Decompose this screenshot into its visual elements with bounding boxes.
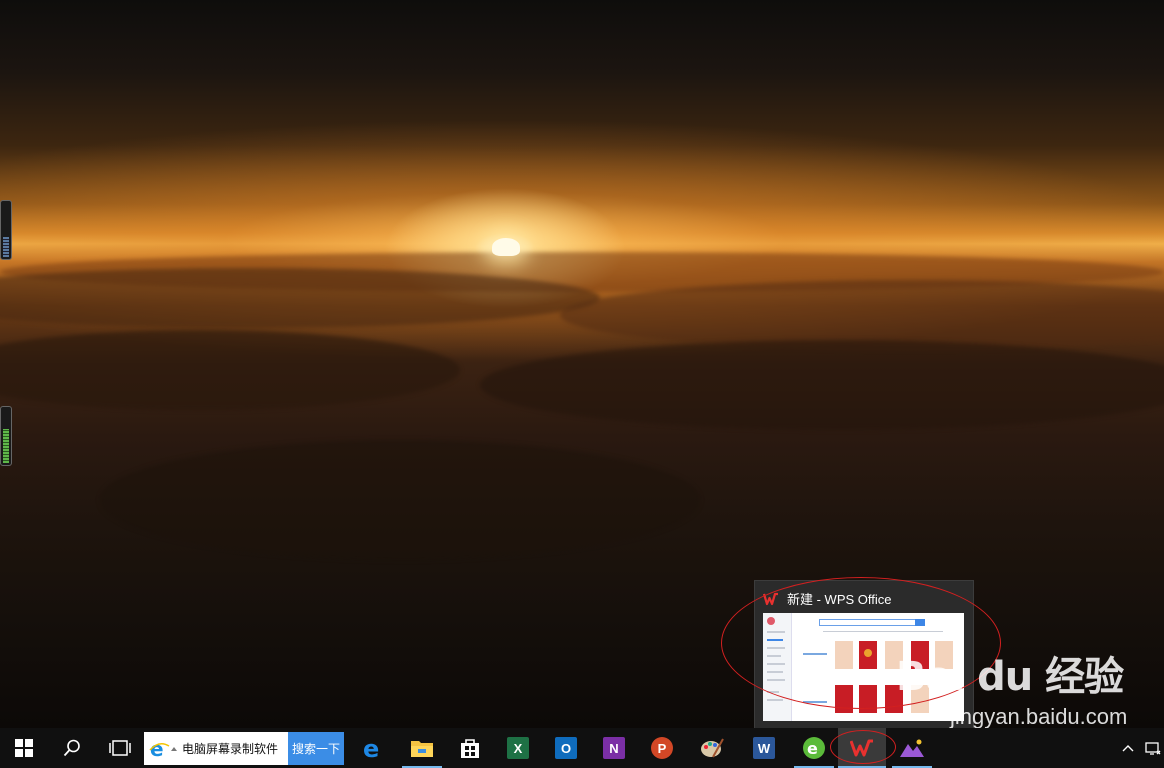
chevron-up-icon <box>1122 745 1134 752</box>
network-icon <box>1145 742 1161 755</box>
thumbnail-title: 新建 - WPS Office <box>787 592 892 607</box>
watermark-brand: Bai du 经验 <box>896 654 1124 700</box>
wps-office-icon <box>850 739 873 757</box>
windows-logo-icon <box>15 739 33 757</box>
search-icon <box>63 739 80 757</box>
outlook-icon: O <box>555 737 577 759</box>
edge-icon: e <box>363 736 379 760</box>
search-submit-button[interactable]: 搜索一下 <box>288 732 344 765</box>
show-hidden-icons-button[interactable] <box>1114 728 1142 768</box>
taskbar-app-browser[interactable]: e <box>790 728 838 768</box>
taskbar-app-excel[interactable]: X <box>494 728 542 768</box>
svg-text:e: e <box>807 739 818 758</box>
network-tray-button[interactable] <box>1142 728 1164 768</box>
browser-icon: e <box>803 737 825 759</box>
taskbar-app-paint[interactable] <box>688 728 736 768</box>
cloud-band <box>100 440 700 560</box>
photo-app-icon <box>900 739 924 757</box>
internet-explorer-icon: e <box>149 738 170 760</box>
taskbar-app-wps-office[interactable] <box>838 728 886 768</box>
store-icon <box>461 739 479 758</box>
onenote-icon: N <box>603 737 625 759</box>
wps-office-icon <box>763 592 778 605</box>
paint-icon <box>701 738 724 758</box>
cloud-band <box>480 340 1164 430</box>
sun <box>492 238 520 256</box>
watermark-url: jingyan.baidu.com <box>950 704 1128 728</box>
taskbar-app-outlook[interactable]: O <box>542 728 590 768</box>
file-explorer-icon <box>411 741 433 757</box>
desktop-wallpaper: 新建 - WPS Office Bai du 经验 jingyan.baidu.… <box>0 0 1164 728</box>
svg-text:e: e <box>150 738 164 760</box>
taskbar-app-photos[interactable] <box>888 728 936 768</box>
word-icon: W <box>753 737 775 759</box>
thumbnail-title-bar: 新建 - WPS Office <box>763 589 892 608</box>
powerpoint-icon: P <box>651 737 673 759</box>
baidu-jingyan-watermark: Bai du 经验 jingyan.baidu.com <box>896 640 1156 728</box>
taskbar-app-word[interactable]: W <box>740 728 788 768</box>
search-button[interactable] <box>48 728 96 768</box>
taskbar-app-file-explorer[interactable] <box>398 728 446 768</box>
cloud-band <box>0 330 460 410</box>
svg-text:e: e <box>363 736 379 760</box>
task-view-icon <box>109 740 131 756</box>
task-view-button[interactable] <box>96 728 144 768</box>
start-button[interactable] <box>0 728 48 768</box>
dropdown-arrow-icon[interactable] <box>170 745 178 753</box>
taskbar-app-edge[interactable]: e <box>350 728 398 768</box>
side-gadget-meter[interactable] <box>0 200 12 260</box>
taskbar-app-powerpoint[interactable]: P <box>638 728 686 768</box>
search-input[interactable]: 电脑屏幕录制软件 <box>182 740 278 757</box>
excel-icon: X <box>507 737 529 759</box>
ie-search-box[interactable]: e 电脑屏幕录制软件 搜索一下 <box>144 732 344 765</box>
cloud-band <box>0 268 600 328</box>
side-gadget-meter[interactable] <box>0 406 12 466</box>
taskbar-app-store[interactable] <box>446 728 494 768</box>
taskbar-app-onenote[interactable]: N <box>590 728 638 768</box>
system-tray <box>1114 728 1164 768</box>
taskbar: e 电脑屏幕录制软件 搜索一下 e X O N P W e <box>0 728 1164 768</box>
